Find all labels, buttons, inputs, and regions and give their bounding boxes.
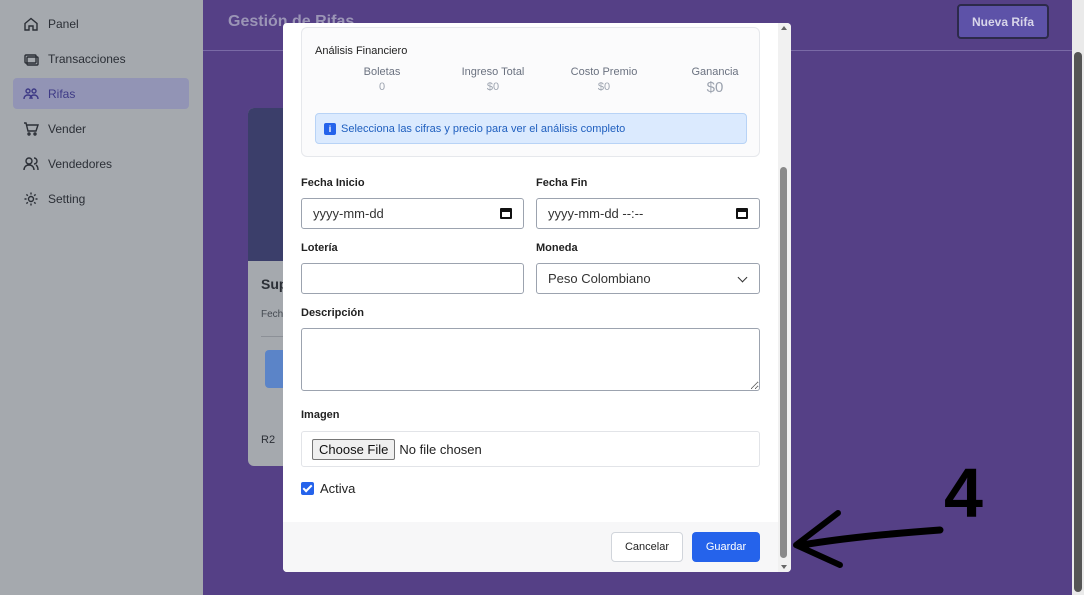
window-scrollbar[interactable] — [1072, 0, 1084, 595]
info-icon: i — [324, 122, 336, 135]
stat-boletas: Boletas 0 — [332, 66, 432, 93]
active-checkbox[interactable] — [301, 482, 314, 495]
sidebar-item-panel[interactable]: Panel — [13, 8, 189, 39]
description-label: Descripción — [301, 307, 364, 319]
window-scrollbar-thumb[interactable] — [1074, 52, 1082, 592]
calendar-icon[interactable] — [736, 208, 748, 219]
sidebar-item-label: Rifas — [48, 86, 76, 101]
raffle-icon — [23, 86, 39, 102]
stat-label: Ingreso Total — [461, 66, 525, 78]
info-alert: i Selecciona las cifras y precio para ve… — [315, 113, 747, 144]
stat-label: Costo Premio — [570, 66, 638, 78]
financial-analysis-panel: Análisis Financiero Boletas 0 Ingreso To… — [301, 27, 760, 157]
gear-icon — [23, 191, 39, 207]
new-raffle-button[interactable]: Nueva Rifa — [957, 4, 1049, 39]
raffle-card-date: Fech — [261, 309, 284, 320]
sidebar: Panel Transacciones Rifas Vender Vendedo… — [0, 0, 203, 595]
sidebar-item-label: Vendedores — [48, 156, 113, 171]
info-alert-text: Selecciona las cifras y precio para ver … — [341, 122, 626, 135]
stat-value: $0 — [706, 79, 724, 96]
end-date-input[interactable]: yyyy-mm-dd --:-- — [536, 198, 760, 229]
currency-value: Peso Colombiano — [548, 271, 651, 286]
image-label: Imagen — [301, 409, 340, 421]
stat-costo-premio: Costo Premio $0 — [554, 66, 654, 93]
active-checkbox-row[interactable]: Activa — [301, 481, 355, 496]
transactions-icon — [23, 51, 39, 67]
currency-label: Moneda — [536, 242, 578, 254]
stat-value: 0 — [378, 81, 386, 93]
stat-label: Ganancia — [691, 66, 739, 78]
financial-analysis-title: Análisis Financiero — [315, 45, 408, 57]
sidebar-item-rifas[interactable]: Rifas — [13, 78, 189, 109]
new-raffle-modal: Análisis Financiero Boletas 0 Ingreso To… — [283, 23, 791, 572]
stat-ingreso-total: Ingreso Total $0 — [443, 66, 543, 93]
sidebar-item-setting[interactable]: Setting — [13, 183, 189, 214]
sidebar-item-label: Transacciones — [48, 51, 126, 66]
lottery-label: Lotería — [301, 242, 338, 254]
start-date-placeholder: yyyy-mm-dd — [313, 206, 384, 221]
start-date-input[interactable]: yyyy-mm-dd — [301, 198, 524, 229]
active-checkbox-label: Activa — [320, 481, 356, 496]
save-button[interactable]: Guardar — [692, 532, 760, 562]
sidebar-item-vender[interactable]: Vender — [13, 113, 189, 144]
stat-value: $0 — [486, 81, 500, 93]
calendar-icon[interactable] — [500, 208, 512, 219]
home-icon — [23, 16, 39, 32]
image-file-input[interactable]: Choose File No file chosen — [301, 431, 760, 467]
file-status: No file chosen — [399, 441, 482, 457]
raffle-card-footer: R2 — [261, 434, 276, 446]
users-icon — [23, 156, 39, 172]
cart-icon — [23, 121, 39, 137]
sidebar-item-label: Panel — [48, 16, 79, 31]
lottery-input[interactable] — [301, 263, 524, 294]
end-date-placeholder: yyyy-mm-dd --:-- — [548, 206, 644, 221]
modal-footer: Cancelar Guardar — [283, 522, 778, 572]
stat-value: $0 — [597, 81, 611, 93]
cancel-button[interactable]: Cancelar — [611, 532, 683, 562]
choose-file-button[interactable]: Choose File — [312, 438, 396, 460]
sidebar-item-label: Setting — [48, 191, 86, 206]
start-date-label: Fecha Inicio — [301, 177, 365, 189]
chevron-down-icon — [737, 272, 748, 283]
description-textarea[interactable] — [301, 328, 760, 391]
end-date-label: Fecha Fin — [536, 177, 588, 189]
currency-select[interactable]: Peso Colombiano — [536, 263, 760, 294]
stat-label: Boletas — [363, 66, 401, 78]
stat-ganancia: Ganancia $0 — [665, 66, 765, 96]
annotation-number: 4 — [944, 454, 983, 532]
sidebar-item-vendedores[interactable]: Vendedores — [13, 148, 189, 179]
sidebar-item-label: Vender — [48, 121, 87, 136]
scroll-up-arrow-icon[interactable] — [781, 26, 787, 30]
sidebar-item-transacciones[interactable]: Transacciones — [13, 43, 189, 74]
